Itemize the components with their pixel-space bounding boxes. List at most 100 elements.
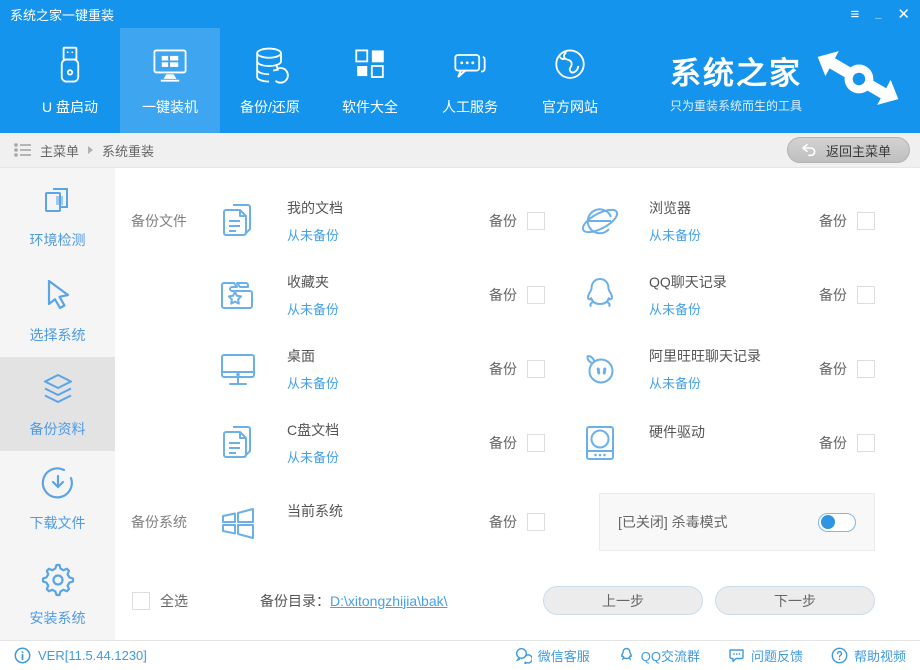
backup-system-row: 备份系统 当前系统 备份 bbox=[115, 480, 875, 564]
antivirus-mode-toggle[interactable] bbox=[818, 513, 856, 532]
help-videos-link[interactable]: 帮助视频 bbox=[831, 646, 906, 665]
version-text: VER[11.5.44.1230] bbox=[38, 648, 147, 663]
backup-checkbox-label: 备份 bbox=[489, 359, 517, 379]
nav-item-backup-restore[interactable]: 备份/还原 bbox=[220, 28, 320, 133]
backup-checkbox-browser[interactable] bbox=[857, 212, 875, 230]
documents-icon bbox=[215, 420, 261, 466]
back-to-main-menu-button[interactable]: 返回主菜单 bbox=[787, 137, 910, 163]
monitor-windows-icon bbox=[147, 44, 193, 88]
backup-checkbox-label: 备份 bbox=[489, 211, 517, 231]
backup-checkbox-hardware-drivers[interactable] bbox=[857, 434, 875, 452]
footer-link-label: QQ交流群 bbox=[641, 646, 700, 665]
backup-dir-link[interactable]: D:\xitongzhijia\bak\ bbox=[330, 593, 448, 609]
qq-icon bbox=[618, 647, 635, 664]
footer-link-label: 问题反馈 bbox=[751, 646, 803, 665]
backup-files-section-label: 备份文件 bbox=[115, 211, 215, 231]
item-name: 浏览器 bbox=[649, 198, 701, 218]
menu-icon[interactable]: ≡ bbox=[851, 7, 860, 22]
sidebar: 环境检测 选择系统 备份资料 bbox=[0, 168, 115, 640]
version-info: VER[11.5.44.1230] bbox=[14, 647, 147, 664]
item-name: C盘文档 bbox=[287, 420, 339, 440]
select-all-checkbox[interactable] bbox=[132, 592, 150, 610]
wechat-support-link[interactable]: 微信客服 bbox=[515, 646, 590, 665]
usb-icon bbox=[47, 44, 93, 88]
backup-item-hardware-drivers: 硬件驱动 备份 bbox=[545, 420, 875, 466]
sidebar-item-install-system[interactable]: 安装系统 bbox=[0, 546, 115, 640]
backup-checkbox-current-system[interactable] bbox=[527, 513, 545, 531]
previous-step-button[interactable]: 上一步 bbox=[543, 586, 703, 615]
backup-row: C盘文档 从未备份 备份 bbox=[115, 406, 875, 480]
browser-icon bbox=[577, 198, 623, 244]
title-bar: 系统之家一键重装 ≡ _ ✕ bbox=[0, 0, 920, 28]
item-name: 桌面 bbox=[287, 346, 339, 366]
backup-checkbox-label: 备份 bbox=[819, 285, 847, 305]
bottom-controls: 全选 备份目录： D:\xitongzhijia\bak\ 上一步 下一步 bbox=[115, 586, 875, 615]
layers-icon bbox=[38, 369, 78, 409]
breadcrumb-root[interactable]: 主菜单 bbox=[40, 141, 79, 160]
info-icon bbox=[14, 647, 31, 664]
nav-label: 备份/还原 bbox=[240, 97, 300, 117]
nav-label: 人工服务 bbox=[442, 97, 498, 117]
backup-item-qq-chat: QQ聊天记录 从未备份 备份 bbox=[545, 272, 875, 318]
breadcrumb-arrow-icon bbox=[88, 146, 93, 154]
nav-item-service[interactable]: 人工服务 bbox=[420, 28, 520, 133]
backup-panel: 备份文件 我的文档 从未备份 备份 bbox=[115, 168, 920, 640]
item-name: 我的文档 bbox=[287, 198, 343, 218]
sidebar-item-label: 环境检测 bbox=[30, 230, 86, 250]
apps-grid-icon bbox=[347, 44, 393, 88]
nav-item-software[interactable]: 软件大全 bbox=[320, 28, 420, 133]
sidebar-item-download-files[interactable]: 下载文件 bbox=[0, 451, 115, 545]
toggle-knob bbox=[821, 515, 835, 529]
sidebar-item-backup-data[interactable]: 备份资料 bbox=[0, 357, 115, 451]
backup-checkbox-desktop[interactable] bbox=[527, 360, 545, 378]
sidebar-item-env-check[interactable]: 环境检测 bbox=[0, 168, 115, 262]
list-icon bbox=[14, 142, 32, 158]
backup-checkbox-qq-chat[interactable] bbox=[857, 286, 875, 304]
antivirus-mode-panel: [已关闭] 杀毒模式 bbox=[599, 493, 875, 551]
nav-item-usb-boot[interactable]: U 盘启动 bbox=[20, 28, 120, 133]
backup-item-desktop: 桌面 从未备份 备份 bbox=[215, 346, 545, 392]
antivirus-mode-label: [已关闭] 杀毒模式 bbox=[618, 512, 728, 532]
item-status bbox=[287, 528, 343, 543]
nav-item-one-click-install[interactable]: 一键装机 bbox=[120, 28, 220, 133]
backup-item-c-drive-docs: C盘文档 从未备份 备份 bbox=[215, 420, 545, 466]
windows-logo-icon bbox=[215, 499, 261, 545]
help-icon bbox=[831, 647, 848, 664]
sidebar-item-label: 备份资料 bbox=[30, 419, 86, 439]
backup-row: 桌面 从未备份 备份 bbox=[115, 332, 875, 406]
item-name: 收藏夹 bbox=[287, 272, 339, 292]
item-name: 阿里旺旺聊天记录 bbox=[649, 346, 761, 366]
footer-link-label: 微信客服 bbox=[538, 646, 590, 665]
backup-checkbox-label: 备份 bbox=[819, 433, 847, 453]
status-bar: VER[11.5.44.1230] 微信客服 QQ交流群 bbox=[0, 640, 920, 670]
qq-group-link[interactable]: QQ交流群 bbox=[618, 646, 700, 665]
backup-checkbox-wangwang-chat[interactable] bbox=[857, 360, 875, 378]
item-status: 从未备份 bbox=[649, 225, 701, 244]
wangwang-icon bbox=[577, 346, 623, 392]
windows-stack-icon bbox=[38, 180, 78, 220]
brand-tagline: 只为重装系统而生的工具 bbox=[670, 97, 802, 114]
backup-checkbox-c-drive-docs[interactable] bbox=[527, 434, 545, 452]
backup-item-current-system: 当前系统 备份 bbox=[215, 499, 545, 545]
backup-checkbox-my-documents[interactable] bbox=[527, 212, 545, 230]
folder-star-icon bbox=[215, 272, 261, 318]
next-step-button[interactable]: 下一步 bbox=[715, 586, 875, 615]
qq-penguin-icon bbox=[577, 272, 623, 318]
item-status: 从未备份 bbox=[287, 299, 339, 318]
backup-row: 收藏夹 从未备份 备份 QQ聊天记录 从未备份 bbox=[115, 258, 875, 332]
backup-checkbox-label: 备份 bbox=[489, 433, 517, 453]
feedback-link[interactable]: 问题反馈 bbox=[728, 646, 803, 665]
item-name: 当前系统 bbox=[287, 501, 343, 521]
footer-link-label: 帮助视频 bbox=[854, 646, 906, 665]
breadcrumb: 主菜单 系统重装 返回主菜单 bbox=[0, 133, 920, 168]
close-icon[interactable]: ✕ bbox=[897, 7, 910, 22]
window-controls: ≡ _ ✕ bbox=[851, 7, 910, 22]
feedback-icon bbox=[728, 647, 745, 664]
sidebar-item-select-system[interactable]: 选择系统 bbox=[0, 262, 115, 356]
nav-item-website[interactable]: 官方网站 bbox=[520, 28, 620, 133]
backup-checkbox-label: 备份 bbox=[819, 211, 847, 231]
minimize-icon[interactable]: _ bbox=[875, 9, 881, 20]
backup-checkbox-label: 备份 bbox=[489, 512, 517, 532]
nav-label: 软件大全 bbox=[342, 97, 398, 117]
backup-checkbox-favorites[interactable] bbox=[527, 286, 545, 304]
